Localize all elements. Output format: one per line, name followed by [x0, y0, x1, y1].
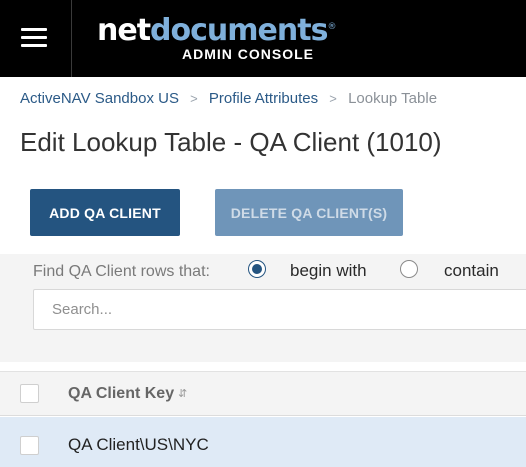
- row-checkbox[interactable]: [20, 436, 39, 455]
- breadcrumb-item-sandbox[interactable]: ActiveNAV Sandbox US: [20, 90, 179, 107]
- qa-client-key-cell: QA Client\US\NYC: [68, 435, 209, 454]
- select-all-checkbox[interactable]: [20, 384, 39, 403]
- netdocuments-logo: netdocuments® ADMIN CONSOLE: [97, 13, 336, 63]
- contain-radio[interactable]: [400, 260, 418, 278]
- delete-qa-clients-button[interactable]: DELETE QA CLIENT(S): [215, 189, 403, 236]
- breadcrumb-separator: >: [190, 91, 198, 106]
- breadcrumb-item-profile-attributes[interactable]: Profile Attributes: [209, 90, 318, 107]
- search-input[interactable]: [33, 289, 526, 330]
- breadcrumb: ActiveNAV Sandbox US > Profile Attribute…: [20, 90, 437, 107]
- contain-label[interactable]: contain: [444, 261, 499, 281]
- sort-arrows-icon: ⇵: [178, 388, 188, 400]
- top-bar: netdocuments® ADMIN CONSOLE: [0, 0, 526, 77]
- column-header-qa-client-key[interactable]: QA Client Key ⇵: [68, 385, 187, 403]
- begin-with-label[interactable]: begin with: [290, 261, 367, 281]
- begin-with-radio[interactable]: [248, 260, 266, 278]
- hamburger-menu-icon[interactable]: [0, 0, 72, 77]
- page-title: Edit Lookup Table - QA Client (1010): [20, 127, 442, 157]
- column-header-label: QA Client Key: [68, 385, 175, 402]
- breadcrumb-separator: >: [329, 91, 337, 106]
- find-rows-label: Find QA Client rows that:: [33, 263, 210, 280]
- breadcrumb-current: Lookup Table: [348, 90, 438, 107]
- add-qa-client-button[interactable]: ADD QA CLIENT: [30, 189, 180, 236]
- admin-console-subtitle: ADMIN CONSOLE: [182, 46, 314, 62]
